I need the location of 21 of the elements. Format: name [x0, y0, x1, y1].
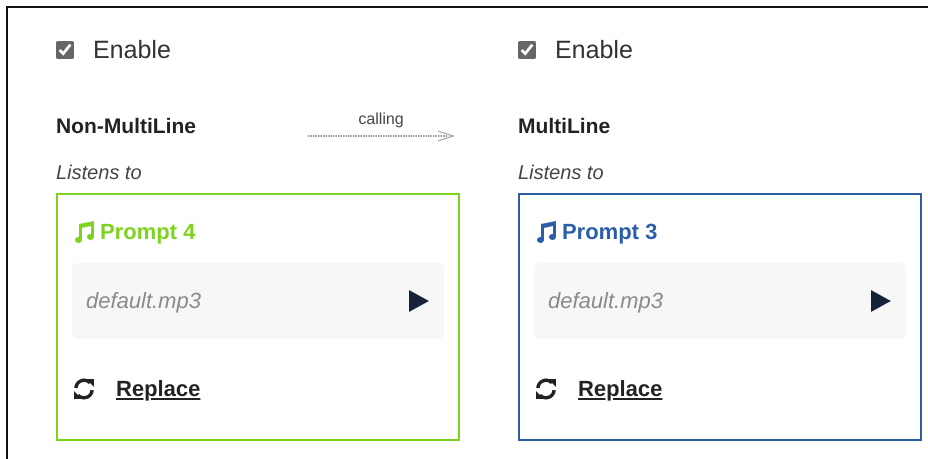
play-button[interactable]	[408, 289, 430, 313]
enable-label: Enable	[555, 36, 633, 64]
play-button[interactable]	[870, 289, 892, 313]
audio-file-field[interactable]: default.mp3	[534, 263, 906, 339]
section-heading: MultiLine	[518, 115, 612, 139]
refresh-icon[interactable]	[72, 378, 96, 400]
replace-link[interactable]: Replace	[116, 376, 200, 402]
listens-to-label: Listens to	[56, 162, 143, 186]
enable-label: Enable	[93, 36, 171, 64]
audio-file-field[interactable]: default.mp3	[72, 263, 444, 339]
refresh-icon[interactable]	[534, 378, 558, 400]
listens-to-label: Listens to	[518, 162, 605, 186]
music-note-icon	[72, 221, 96, 243]
connector-label: calling	[358, 110, 404, 130]
prompt-title: Prompt 3	[562, 219, 658, 245]
music-note-icon	[534, 221, 558, 243]
enable-checkbox[interactable]	[518, 41, 536, 59]
section-heading: Non-MultiLine	[56, 115, 197, 139]
prompt-title: Prompt 4	[100, 219, 196, 245]
enable-checkbox[interactable]	[56, 41, 74, 59]
replace-link[interactable]: Replace	[578, 376, 662, 402]
